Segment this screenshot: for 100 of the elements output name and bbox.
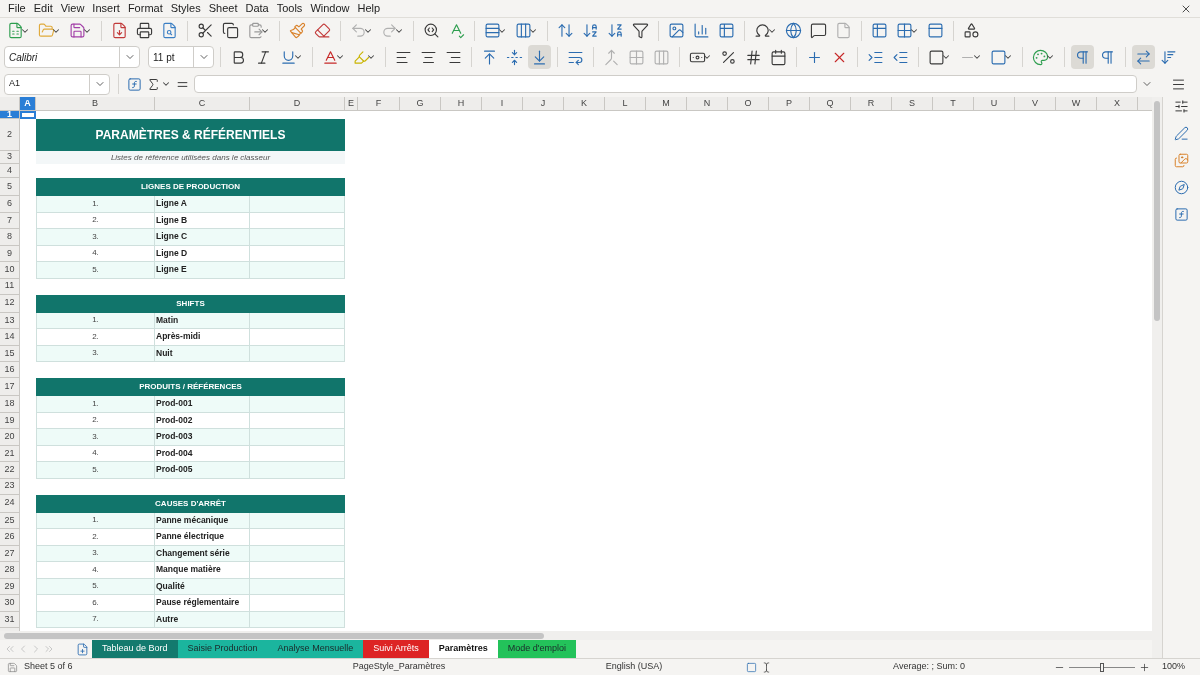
freeze-rows-columns-icon[interactable] (896, 22, 913, 39)
columns-icon[interactable] (515, 22, 532, 39)
menu-item[interactable]: File (4, 0, 30, 17)
caret-icon[interactable] (941, 52, 951, 62)
split-window-icon[interactable] (927, 22, 944, 39)
menu-item[interactable]: Data (241, 0, 273, 17)
column-header[interactable]: K (564, 97, 605, 110)
caret-icon[interactable] (1045, 52, 1055, 62)
save-icon[interactable] (69, 22, 86, 39)
underline-icon[interactable] (280, 48, 297, 66)
caret-icon[interactable] (366, 52, 376, 62)
row-header[interactable]: 28 (0, 562, 20, 579)
chart-icon[interactable] (693, 22, 710, 39)
number-format-icon[interactable] (745, 48, 762, 66)
export-pdf-icon[interactable] (111, 22, 128, 39)
column-header[interactable]: D (250, 97, 345, 110)
hyperlink-icon[interactable] (785, 22, 802, 39)
borders-icon[interactable] (928, 48, 945, 66)
column-header[interactable]: R (851, 97, 892, 110)
zoom-level[interactable]: 100% (1162, 660, 1186, 674)
filter-icon[interactable] (632, 22, 649, 39)
row-header[interactable]: 10 (0, 262, 20, 279)
menu-item[interactable]: Sheet (204, 0, 242, 17)
column-header[interactable]: Q (810, 97, 851, 110)
column-header[interactable]: B (36, 97, 155, 110)
cut-icon[interactable] (197, 22, 214, 39)
menu-item[interactable]: Styles (166, 0, 205, 17)
zoom-slider[interactable] (1069, 662, 1135, 672)
print-preview-icon[interactable] (161, 22, 178, 39)
column-header[interactable]: W (1056, 97, 1097, 110)
sheet-tab[interactable]: Analyse Mensuelle (267, 640, 364, 658)
clear-formatting-icon[interactable] (314, 22, 331, 39)
column-header[interactable]: H (441, 97, 482, 110)
center-vertically-icon[interactable] (506, 48, 523, 66)
caret-icon[interactable] (972, 52, 982, 62)
column-header[interactable]: M (646, 97, 687, 110)
column-header[interactable]: A (20, 97, 36, 110)
menu-item[interactable]: Window (306, 0, 354, 17)
vertical-scrollbar[interactable] (1154, 101, 1160, 321)
sidebar-menu-icon[interactable] (1171, 76, 1186, 92)
sheet-tab[interactable]: Suivi Arrêts (363, 640, 429, 658)
shapes-icon[interactable] (963, 22, 980, 39)
column-header[interactable]: L (605, 97, 646, 110)
row-header[interactable]: 5 (0, 178, 20, 196)
align-bottom-icon[interactable] (531, 48, 548, 66)
font-name-field[interactable]: Calibri (4, 46, 140, 68)
sort-ascending-icon[interactable] (582, 22, 599, 39)
vertical-text-icon[interactable] (1160, 48, 1177, 66)
unmerge-cells-icon[interactable] (653, 48, 670, 66)
menu-item[interactable]: Help (353, 0, 385, 17)
find-replace-icon[interactable] (423, 22, 440, 39)
properties-icon[interactable] (1174, 99, 1189, 114)
menu-item[interactable]: Tools (272, 0, 307, 17)
percent-icon[interactable] (720, 48, 737, 66)
sheet-tab[interactable]: Saisie Production (177, 640, 268, 658)
row-header[interactable]: 3 (0, 151, 20, 164)
sort-descending-icon[interactable] (607, 22, 624, 39)
sum-icon[interactable] (146, 76, 161, 92)
print-icon[interactable] (136, 22, 153, 39)
paste-icon[interactable] (247, 22, 264, 39)
row-header[interactable]: 6 (0, 196, 20, 213)
sheet-tab[interactable]: Tableau de Bord (92, 640, 178, 658)
column-header[interactable]: N (687, 97, 728, 110)
sheet-tab[interactable]: Mode d'emploi (497, 640, 576, 658)
special-character-icon[interactable] (754, 22, 771, 39)
row-header[interactable]: 30 (0, 595, 20, 612)
column-header[interactable]: F (358, 97, 400, 110)
column-header[interactable]: X (1097, 97, 1138, 110)
menu-item[interactable]: Edit (29, 0, 57, 17)
column-header[interactable]: T (933, 97, 974, 110)
merge-cells-icon[interactable] (628, 48, 645, 66)
sort-icon[interactable] (557, 22, 574, 39)
caret-icon[interactable] (293, 52, 303, 62)
functions-icon[interactable] (1174, 207, 1189, 222)
column-header[interactable]: C (155, 97, 250, 110)
caret-icon[interactable] (335, 52, 345, 62)
insert-mode-icon[interactable] (761, 661, 772, 673)
column-header[interactable]: E (345, 97, 358, 110)
pivot-table-icon[interactable] (718, 22, 735, 39)
column-header[interactable]: O (728, 97, 769, 110)
left-to-right-icon[interactable] (1074, 48, 1091, 66)
row-header[interactable]: 14 (0, 329, 20, 346)
new-spreadsheet-icon[interactable] (7, 22, 24, 39)
column-header[interactable]: P (769, 97, 810, 110)
align-top-icon[interactable] (481, 48, 498, 66)
row-header[interactable]: 4 (0, 164, 20, 178)
image-icon[interactable] (668, 22, 685, 39)
font-size-field[interactable]: 11 pt (148, 46, 214, 68)
styles-icon[interactable] (1174, 126, 1189, 141)
horizontal-scrollbar[interactable] (4, 632, 544, 639)
text-left-to-right-icon[interactable] (1135, 48, 1152, 66)
conditional-format-icon[interactable] (1032, 48, 1049, 66)
menu-item[interactable]: View (56, 0, 89, 17)
formula-input-field[interactable] (194, 75, 1137, 93)
column-header[interactable]: V (1015, 97, 1056, 110)
row-header[interactable]: 20 (0, 429, 20, 446)
italic-icon[interactable] (255, 48, 272, 66)
sheet-tab[interactable]: Paramètres (428, 640, 498, 658)
row-header[interactable]: 22 (0, 462, 20, 479)
row-header[interactable]: 18 (0, 396, 20, 413)
